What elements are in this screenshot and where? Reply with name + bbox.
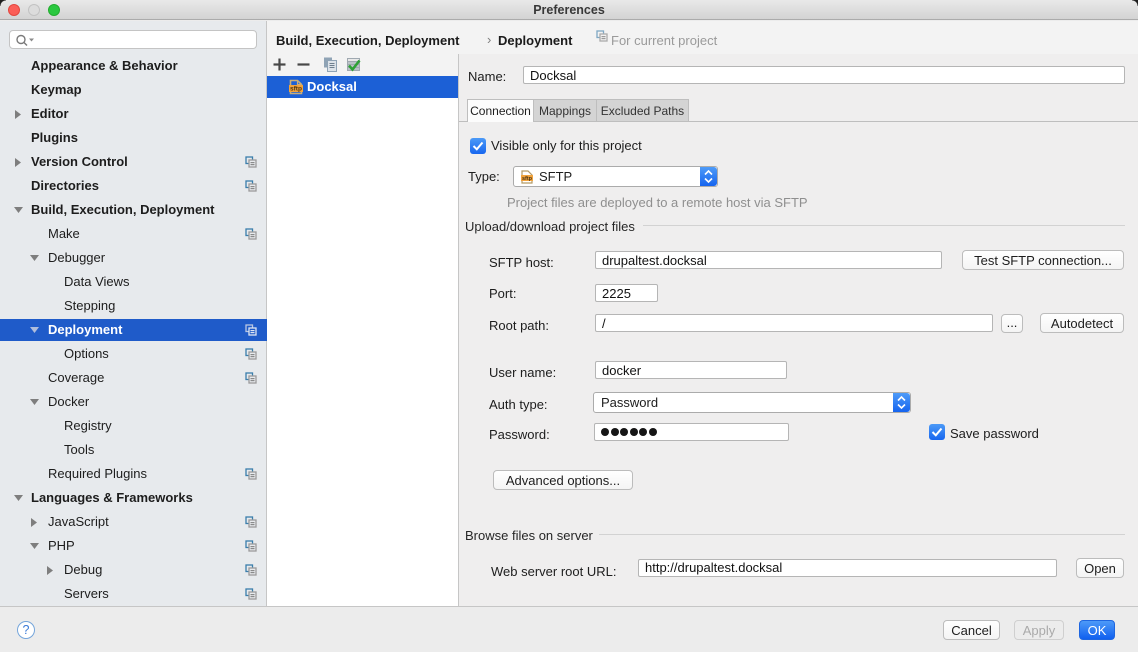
svg-text:sftp: sftp <box>522 176 533 182</box>
svg-text:sftp: sftp <box>290 86 302 93</box>
